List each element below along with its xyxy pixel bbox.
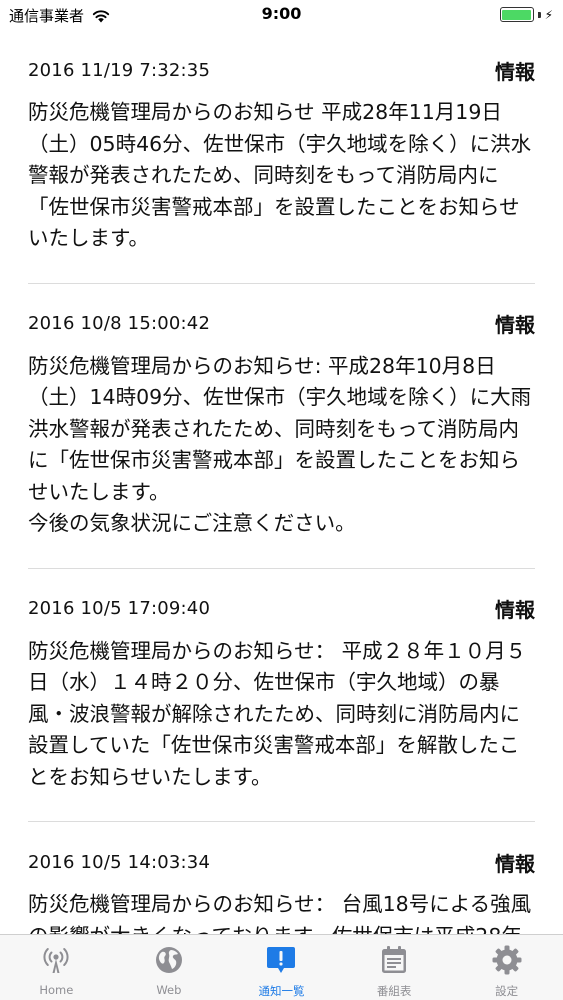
- tab-label: 番組表: [376, 984, 412, 998]
- notification-icon: [267, 947, 296, 973]
- antenna-icon: [43, 948, 69, 973]
- tab-settings[interactable]: 設定: [450, 935, 563, 1000]
- tab-bar: Home Web 通知一覧 番組表 設定: [0, 934, 563, 1000]
- notice-body: 防災危機管理局からのお知らせ 平成28年11月19日（土）05時46分、佐世保市…: [28, 100, 532, 250]
- status-right: ⚡: [499, 7, 553, 22]
- list-item[interactable]: 2016 10/5 14:03:34 情報 防災危機管理局からのお知らせ： 台風…: [0, 822, 563, 935]
- notice-body: 防災危機管理局からのお知らせ: 平成28年10月8日（土）14時09分、佐世保市…: [28, 353, 532, 536]
- notice-date: 2016 10/8 15:00:42: [28, 313, 211, 334]
- list-item[interactable]: 2016 11/19 7:32:35 情報 防災危機管理局からのお知らせ 平成2…: [0, 30, 563, 255]
- notice-date: 2016 10/5 14:03:34: [28, 851, 211, 873]
- tab-home[interactable]: Home: [0, 935, 113, 1000]
- tab-label: 設定: [495, 984, 519, 998]
- list-item[interactable]: 2016 10/8 15:00:42 情報 防災危機管理局からのお知らせ: 平成…: [0, 284, 563, 540]
- tab-label: Home: [39, 983, 74, 997]
- notice-body: 防災危機管理局からのお知らせ： 平成２８年１０月５日（水）１４時２０分、佐世保市…: [28, 638, 527, 789]
- notice-header: 2016 10/5 14:03:34 情報: [28, 850, 535, 876]
- status-bar: 通信事業者 9:00 ⚡: [0, 0, 563, 30]
- tab-web[interactable]: Web: [113, 935, 226, 1000]
- tab-notifications[interactable]: 通知一覧: [225, 935, 338, 1000]
- battery-icon: [499, 7, 534, 22]
- notice-type: 情報: [495, 598, 535, 622]
- notice-body: 防災危機管理局からのお知らせ： 台風18号による強風の影響が大きくなっております…: [28, 892, 532, 934]
- globe-icon: [155, 947, 182, 973]
- notice-type: 情報: [495, 851, 535, 876]
- tab-label: 通知一覧: [258, 984, 305, 998]
- notice-date: 2016 10/5 17:09:40: [28, 598, 211, 619]
- calendar-icon: [382, 946, 407, 973]
- notice-header: 2016 10/5 17:09:40 情報: [28, 597, 535, 622]
- tab-label: Web: [156, 983, 182, 997]
- notice-type: 情報: [495, 313, 535, 337]
- notice-type: 情報: [495, 59, 535, 84]
- tab-schedule[interactable]: 番組表: [338, 935, 451, 1000]
- notice-header: 2016 10/8 15:00:42 情報: [28, 312, 535, 337]
- gear-icon: [492, 945, 522, 975]
- list-item[interactable]: 2016 10/5 17:09:40 情報 防災危機管理局からのお知らせ： 平成…: [0, 569, 563, 794]
- charging-icon: ⚡: [544, 7, 553, 22]
- notification-list[interactable]: 2016 11/19 7:32:35 情報 防災危機管理局からのお知らせ 平成2…: [0, 30, 563, 934]
- status-time: 9:00: [261, 4, 302, 23]
- battery-tip: [537, 11, 541, 18]
- notice-header: 2016 11/19 7:32:35 情報: [28, 58, 535, 84]
- notice-date: 2016 11/19 7:32:35: [28, 59, 211, 81]
